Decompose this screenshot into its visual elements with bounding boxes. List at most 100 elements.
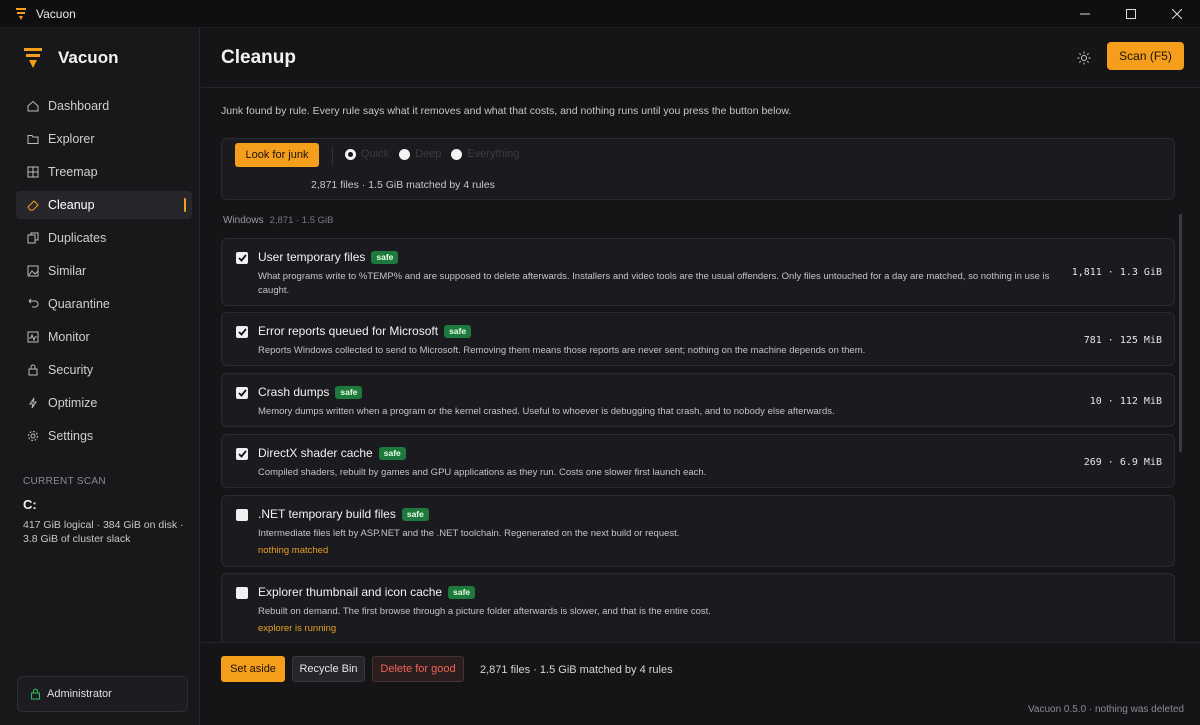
- rule-card[interactable]: Explorer thumbnail and icon cache safe Re…: [221, 573, 1175, 642]
- rule-checkbox[interactable]: [236, 252, 248, 264]
- rule-card[interactable]: DirectX shader cache safe Compiled shader…: [221, 434, 1175, 488]
- sidebar-nav: Dashboard Explorer Treemap Cleanup Dupli…: [16, 92, 192, 455]
- rule-checkbox[interactable]: [236, 448, 248, 460]
- safe-badge: safe: [448, 585, 476, 599]
- sidebar-item-label: Explorer: [48, 132, 95, 146]
- rule-checkbox[interactable]: [236, 509, 248, 521]
- rule-stat: 781 · 125 MiB: [1083, 335, 1162, 346]
- minimize-icon[interactable]: [1062, 0, 1108, 28]
- sidebar-item-label: Treemap: [48, 165, 98, 179]
- sidebar-item-label: Settings: [48, 429, 94, 443]
- mode-quick-radio[interactable]: Quick: [345, 148, 389, 160]
- list-scrollbar[interactable]: [1179, 214, 1182, 452]
- rule-card[interactable]: Crash dumps safe Memory dumps written whe…: [221, 373, 1175, 427]
- safe-badge: safe: [401, 507, 429, 521]
- sidebar-item-explorer[interactable]: Explorer: [16, 125, 192, 153]
- rule-title-text: Crash dumps: [258, 385, 330, 399]
- maximize-icon[interactable]: [1108, 0, 1154, 28]
- undo-icon: [26, 297, 40, 311]
- rule-title: Explorer thumbnail and icon cache safe: [258, 585, 476, 599]
- rule-checkbox[interactable]: [236, 326, 248, 338]
- home-icon: [26, 99, 40, 113]
- rule-checkbox[interactable]: [236, 587, 248, 599]
- section-header: Windows 2,871 · 1.5 GiB: [223, 215, 333, 226]
- copy-icon: [26, 231, 40, 245]
- lock-icon: [26, 363, 40, 377]
- sidebar: Vacuon Dashboard Explorer Treemap Cleanu…: [0, 28, 200, 725]
- sidebar-item-quarantine[interactable]: Quarantine: [16, 290, 192, 318]
- rule-title-text: DirectX shader cache: [258, 446, 373, 460]
- set-aside-button[interactable]: Set aside: [221, 656, 285, 682]
- mode-deep-radio[interactable]: Deep: [399, 148, 441, 160]
- sidebar-item-monitor[interactable]: Monitor: [16, 323, 192, 351]
- safe-badge: safe: [444, 324, 472, 338]
- scan-button[interactable]: Scan (F5): [1107, 42, 1184, 70]
- safe-badge: safe: [378, 446, 406, 460]
- sidebar-item-settings[interactable]: Settings: [16, 422, 192, 450]
- radio-dot: [399, 148, 411, 160]
- safe-badge: safe: [371, 250, 399, 264]
- recycle-bin-button[interactable]: Recycle Bin: [292, 656, 365, 682]
- rule-stat: 269 · 6.9 MiB: [1083, 457, 1162, 468]
- sidebar-item-security[interactable]: Security: [16, 356, 192, 384]
- rule-title: Crash dumps safe: [258, 385, 363, 399]
- main-panel: Cleanup Scan (F5) Junk found by rule. Ev…: [201, 28, 1200, 725]
- rule-card[interactable]: User temporary files safe What programs w…: [221, 238, 1175, 306]
- rule-description: What programs write to %TEMP% and are su…: [258, 271, 1050, 296]
- rule-title: DirectX shader cache safe: [258, 446, 406, 460]
- radio-dot: [345, 148, 356, 160]
- page-title: Cleanup: [221, 47, 296, 68]
- bolt-icon: [26, 396, 40, 410]
- status-text: Vacuon 0.5.0 · nothing was deleted: [1027, 704, 1184, 715]
- sun-icon[interactable]: [1074, 48, 1094, 68]
- rule-card[interactable]: Error reports queued for Microsoft safe R…: [221, 312, 1175, 366]
- rule-description: Intermediate files left by ASP.NET and t…: [258, 528, 680, 539]
- title-bar: Vacuon: [0, 0, 1200, 28]
- window-title: Vacuon: [36, 6, 76, 21]
- action-footer: Set aside Recycle Bin Delete for good 2,…: [201, 642, 1200, 694]
- rule-checkbox[interactable]: [236, 387, 248, 399]
- search-card: Look for junk Quick Deep Everything 2,87…: [221, 138, 1175, 200]
- current-scan-drive: C:: [23, 497, 37, 512]
- close-icon[interactable]: [1154, 0, 1200, 28]
- sidebar-item-treemap[interactable]: Treemap: [16, 158, 192, 186]
- rule-description: Compiled shaders, rebuilt by games and G…: [258, 467, 707, 478]
- sidebar-item-label: Cleanup: [48, 198, 95, 212]
- window-controls: [1062, 0, 1200, 28]
- vacuon-logo-icon: [14, 7, 28, 21]
- sidebar-item-optimize[interactable]: Optimize: [16, 389, 192, 417]
- rule-card[interactable]: .NET temporary build files safe Intermedi…: [221, 495, 1175, 567]
- vacuon-logo-icon: [24, 48, 44, 68]
- sidebar-item-label: Monitor: [48, 330, 90, 344]
- safe-badge: safe: [335, 385, 363, 399]
- sidebar-item-duplicates[interactable]: Duplicates: [16, 224, 192, 252]
- delete-for-good-button[interactable]: Delete for good: [372, 656, 464, 682]
- lock-icon: [30, 688, 41, 700]
- sidebar-item-dashboard[interactable]: Dashboard: [16, 92, 192, 120]
- mode-everything-radio[interactable]: Everything: [451, 148, 519, 160]
- rule-title-text: Explorer thumbnail and icon cache: [258, 585, 443, 599]
- section-name: Windows: [223, 215, 264, 226]
- look-for-junk-button[interactable]: Look for junk: [235, 143, 319, 167]
- current-scan-caption: CURRENT SCAN: [23, 476, 106, 487]
- divider: [332, 147, 333, 165]
- footer-summary: 2,871 files · 1.5 GiB matched by 4 rules: [480, 664, 673, 676]
- sidebar-item-cleanup[interactable]: Cleanup: [16, 191, 192, 219]
- image-icon: [26, 264, 40, 278]
- rule-title: User temporary files safe: [258, 250, 399, 264]
- rule-description: Reports Windows collected to send to Mic…: [258, 345, 866, 356]
- eraser-icon: [26, 198, 40, 212]
- grid-icon: [26, 165, 40, 179]
- folder-icon: [26, 132, 40, 146]
- rule-note: explorer is running: [258, 623, 337, 634]
- radio-dot: [451, 148, 463, 160]
- sidebar-item-similar[interactable]: Similar: [16, 257, 192, 285]
- rule-title-text: User temporary files: [258, 250, 366, 264]
- rule-stat: 10 · 112 MiB: [1089, 396, 1162, 407]
- sidebar-item-label: Dashboard: [48, 99, 110, 113]
- rule-stat: 1,811 · 1.3 GiB: [1071, 267, 1162, 278]
- section-count: 2,871 · 1.5 GiB: [269, 215, 334, 226]
- user-badge[interactable]: Administrator: [17, 676, 188, 712]
- scan-mode-group: Quick Deep Everything: [345, 148, 529, 160]
- user-label: Administrator: [47, 688, 112, 700]
